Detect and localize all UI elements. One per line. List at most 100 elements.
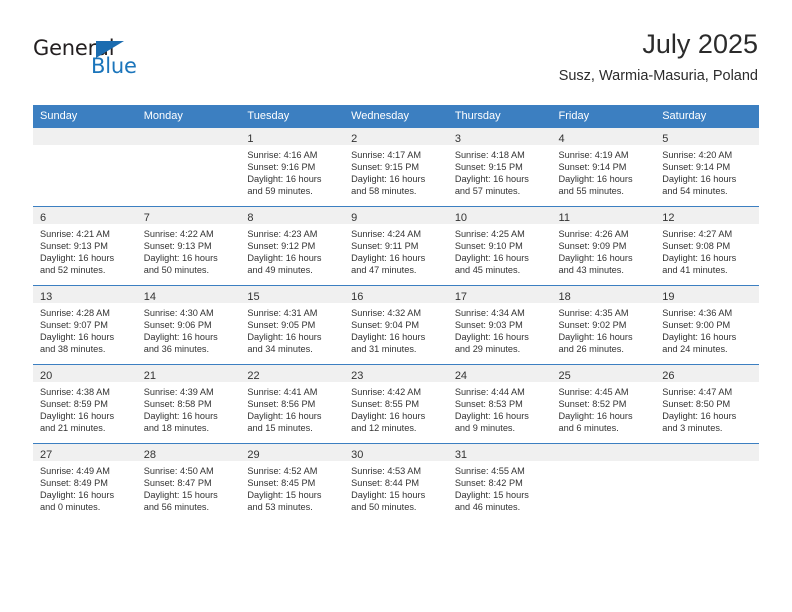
calendar-day-cell[interactable]: 10 Sunrise: 4:25 AM Sunset: 9:10 PM Dayligh… — [447, 206, 552, 286]
daylight-text-line2: and 24 minutes. — [662, 344, 728, 355]
day-details — [33, 145, 137, 149]
sunrise-text: Sunrise: 4:55 AM — [454, 466, 525, 476]
calendar-day-cell[interactable]: 22 Sunrise: 4:41 AM Sunset: 8:56 PM Dayligh… — [240, 364, 345, 444]
day-number-band: 25 — [551, 365, 656, 382]
calendar-day-cell-empty — [551, 443, 656, 522]
calendar-day-cell[interactable]: 20 Sunrise: 4:38 AM Sunset: 8:59 PM Dayligh… — [33, 364, 137, 444]
day-number: 23 — [351, 370, 364, 382]
calendar-day-cell[interactable]: 17 Sunrise: 4:34 AM Sunset: 9:03 PM Dayligh… — [447, 285, 552, 365]
day-number-band: 31 — [447, 444, 552, 461]
calendar-day-cell[interactable]: 3 Sunrise: 4:18 AM Sunset: 9:15 PM Daylight… — [447, 128, 552, 207]
daylight-text-line1: Daylight: 16 hours — [143, 253, 218, 264]
day-details: Sunrise: 4:27 AM Sunset: 9:08 PM Daylight:… — [655, 224, 759, 276]
calendar-day-cell[interactable]: 1 Sunrise: 4:16 AM Sunset: 9:16 PM Daylight… — [240, 128, 345, 207]
sunrise-text: Sunrise: 4:52 AM — [247, 466, 318, 476]
daylight-text-line2: and 54 minutes. — [662, 186, 728, 197]
calendar-day-cell[interactable]: 29 Sunrise: 4:52 AM Sunset: 8:45 PM Dayligh… — [240, 443, 345, 522]
day-number-band: 17 — [447, 286, 552, 303]
sunset-text: Sunset: 8:47 PM — [143, 478, 212, 489]
sunset-text: Sunset: 8:42 PM — [454, 478, 523, 489]
sunrise-text: Sunrise: 4:27 AM — [662, 229, 733, 239]
day-number-band: 10 — [447, 207, 552, 224]
calendar-day-cell[interactable]: 11 Sunrise: 4:26 AM Sunset: 9:09 PM Dayligh… — [551, 206, 656, 286]
daylight-text-line1: Daylight: 15 hours — [351, 490, 426, 501]
day-number: 29 — [247, 449, 260, 461]
calendar-table: Sunday Monday Tuesday Wednesday Thursday… — [33, 105, 759, 522]
day-number: 20 — [40, 370, 53, 382]
daylight-text-line2: and 38 minutes. — [40, 344, 106, 355]
daylight-text-line1: Daylight: 16 hours — [40, 411, 115, 422]
sunrise-text: Sunrise: 4:19 AM — [558, 150, 629, 160]
general-blue-logo[interactable]: General Blue — [33, 36, 153, 82]
calendar-day-cell[interactable]: 18 Sunrise: 4:35 AM Sunset: 9:02 PM Dayligh… — [551, 285, 656, 365]
sunset-text: Sunset: 9:11 PM — [351, 241, 419, 252]
sunrise-text: Sunrise: 4:20 AM — [662, 150, 733, 160]
calendar-day-cell[interactable]: 31 Sunrise: 4:55 AM Sunset: 8:42 PM Dayligh… — [447, 443, 552, 522]
sunrise-text: Sunrise: 4:22 AM — [143, 229, 214, 239]
calendar-day-cell[interactable]: 24 Sunrise: 4:44 AM Sunset: 8:53 PM Dayligh… — [447, 364, 552, 444]
daylight-text-line2: and 3 minutes. — [662, 423, 723, 434]
calendar-day-cell[interactable]: 2 Sunrise: 4:17 AM Sunset: 9:15 PM Daylight… — [344, 128, 448, 207]
calendar-day-cell[interactable]: 5 Sunrise: 4:20 AM Sunset: 9:14 PM Daylight… — [655, 128, 759, 207]
calendar-day-cell[interactable]: 26 Sunrise: 4:47 AM Sunset: 8:50 PM Dayligh… — [655, 364, 759, 444]
daylight-text-line2: and 55 minutes. — [558, 186, 624, 197]
day-number-band: 14 — [136, 286, 241, 303]
calendar-day-cell[interactable]: 16 Sunrise: 4:32 AM Sunset: 9:04 PM Dayligh… — [344, 285, 448, 365]
calendar-day-cell[interactable]: 13 Sunrise: 4:28 AM Sunset: 9:07 PM Dayligh… — [33, 285, 137, 365]
day-details: Sunrise: 4:38 AM Sunset: 8:59 PM Daylight:… — [33, 382, 137, 434]
calendar-day-cell[interactable]: 27 Sunrise: 4:49 AM Sunset: 8:49 PM Dayligh… — [33, 443, 137, 522]
day-details: Sunrise: 4:32 AM Sunset: 9:04 PM Daylight:… — [344, 303, 448, 355]
day-details: Sunrise: 4:31 AM Sunset: 9:05 PM Daylight:… — [240, 303, 344, 355]
day-details: Sunrise: 4:42 AM Sunset: 8:55 PM Daylight:… — [344, 382, 448, 434]
daylight-text-line1: Daylight: 16 hours — [247, 253, 322, 264]
sunrise-text: Sunrise: 4:21 AM — [40, 229, 110, 239]
daylight-text-line2: and 34 minutes. — [247, 344, 313, 355]
day-details: Sunrise: 4:21 AM Sunset: 9:13 PM Daylight:… — [33, 224, 137, 276]
calendar-day-cell[interactable]: 8 Sunrise: 4:23 AM Sunset: 9:12 PM Daylight… — [240, 206, 345, 286]
weekday-header-tuesday: Tuesday — [240, 105, 345, 128]
calendar-day-cell[interactable]: 4 Sunrise: 4:19 AM Sunset: 9:14 PM Daylight… — [551, 128, 656, 207]
day-number-band: 5 — [655, 128, 759, 145]
daylight-text-line2: and 50 minutes. — [143, 265, 210, 276]
calendar-day-cell[interactable]: 21 Sunrise: 4:39 AM Sunset: 8:58 PM Dayligh… — [136, 364, 241, 444]
calendar-day-cell[interactable]: 23 Sunrise: 4:42 AM Sunset: 8:55 PM Dayligh… — [344, 364, 448, 444]
sunset-text: Sunset: 9:02 PM — [558, 320, 627, 331]
page-header: General Blue July 2025 Susz, Warmia-Masu… — [33, 28, 758, 98]
sunrise-text: Sunrise: 4:35 AM — [558, 308, 629, 318]
day-details: Sunrise: 4:28 AM Sunset: 9:07 PM Daylight:… — [33, 303, 137, 355]
sunset-text: Sunset: 9:07 PM — [40, 320, 108, 331]
calendar-day-cell[interactable]: 25 Sunrise: 4:45 AM Sunset: 8:52 PM Dayligh… — [551, 364, 656, 444]
day-number-band: 23 — [344, 365, 448, 382]
calendar-day-cell[interactable]: 30 Sunrise: 4:53 AM Sunset: 8:44 PM Dayligh… — [344, 443, 448, 522]
calendar-day-cell[interactable]: 12 Sunrise: 4:27 AM Sunset: 9:08 PM Dayligh… — [655, 206, 759, 286]
day-number: 8 — [247, 212, 254, 224]
weekday-header-saturday: Saturday — [655, 105, 759, 128]
daylight-text-line1: Daylight: 16 hours — [558, 332, 633, 343]
sunset-text: Sunset: 8:59 PM — [40, 399, 108, 410]
daylight-text-line2: and 56 minutes. — [143, 502, 210, 513]
sunset-text: Sunset: 9:03 PM — [454, 320, 523, 331]
sunset-text: Sunset: 9:09 PM — [558, 241, 627, 252]
daylight-text-line2: and 50 minutes. — [351, 502, 417, 513]
calendar-day-cell[interactable]: 15 Sunrise: 4:31 AM Sunset: 9:05 PM Dayligh… — [240, 285, 345, 365]
calendar-day-cell[interactable]: 9 Sunrise: 4:24 AM Sunset: 9:11 PM Daylight… — [344, 206, 448, 286]
sunrise-text: Sunrise: 4:18 AM — [454, 150, 525, 160]
daylight-text-line2: and 45 minutes. — [454, 265, 521, 276]
sunset-text: Sunset: 8:50 PM — [662, 399, 731, 410]
calendar-day-cell[interactable]: 6 Sunrise: 4:21 AM Sunset: 9:13 PM Daylight… — [33, 206, 137, 286]
day-number: 24 — [454, 370, 468, 382]
sunrise-text: Sunrise: 4:30 AM — [143, 308, 214, 318]
weekday-header-thursday: Thursday — [447, 105, 552, 128]
calendar-day-cell[interactable]: 14 Sunrise: 4:30 AM Sunset: 9:06 PM Dayligh… — [136, 285, 241, 365]
daylight-text-line2: and 59 minutes. — [247, 186, 313, 197]
calendar-day-cell[interactable]: 19 Sunrise: 4:36 AM Sunset: 9:00 PM Dayligh… — [655, 285, 759, 365]
daylight-text-line1: Daylight: 16 hours — [558, 174, 633, 185]
calendar-day-cell[interactable]: 28 Sunrise: 4:50 AM Sunset: 8:47 PM Dayligh… — [136, 443, 241, 522]
daylight-text-line1: Daylight: 16 hours — [247, 174, 322, 185]
daylight-text-line2: and 29 minutes. — [454, 344, 521, 355]
calendar-day-cell[interactable]: 7 Sunrise: 4:22 AM Sunset: 9:13 PM Daylight… — [136, 206, 241, 286]
day-details: Sunrise: 4:22 AM Sunset: 9:13 PM Daylight:… — [137, 224, 241, 276]
daylight-text-line1: Daylight: 16 hours — [558, 411, 633, 422]
sunrise-text: Sunrise: 4:39 AM — [143, 387, 214, 397]
calendar-day-cell-empty — [136, 128, 241, 207]
